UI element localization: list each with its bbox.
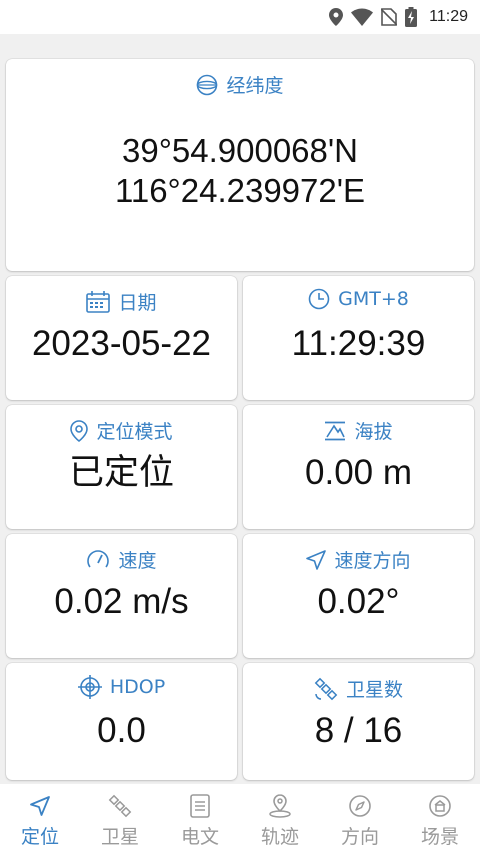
location-icon (329, 8, 344, 26)
bottom-navigation: 定位 卫星 电文 轨迹 方向 场景 (0, 784, 480, 852)
nav-item-satellite[interactable]: 卫星 (80, 792, 160, 850)
nav-item-message[interactable]: 电文 (160, 792, 240, 850)
nav-item-scene[interactable]: 场景 (400, 792, 480, 850)
compass-icon (349, 795, 371, 817)
nav-item-location[interactable]: 定位 (0, 792, 80, 850)
satellites-card: 卫星数 8 / 16 (243, 663, 474, 780)
nav-label-location: 定位 (20, 826, 59, 848)
mode-value: 已定位 (68, 453, 174, 492)
speed-card: 速度 0.02 m/s (6, 534, 237, 658)
mode-title: 定位模式 (96, 421, 173, 443)
battery-charging-icon (405, 7, 418, 27)
nav-label-satellite: 卫星 (100, 826, 139, 848)
nav-label-compass: 方向 (340, 826, 379, 848)
document-icon (190, 794, 210, 818)
nav-item-track[interactable]: 轨迹 (240, 792, 320, 850)
nav-label-message: 电文 (180, 826, 219, 848)
satellites-value: 8 / 16 (314, 711, 403, 750)
timezone-title: GMT+8 (338, 288, 409, 310)
calendar-icon (86, 290, 111, 313)
time-card: GMT+8 11:29:39 (243, 276, 474, 400)
date-value: 2023-05-22 (31, 324, 212, 363)
globe-icon (197, 74, 218, 95)
satellite-icon (108, 794, 132, 818)
altitude-icon (325, 421, 346, 440)
altitude-title: 海拔 (354, 421, 393, 443)
hdop-value: 0.0 (97, 711, 146, 750)
status-time: 11:29 (429, 8, 468, 25)
mode-card: 定位模式 已定位 (6, 405, 237, 529)
date-card: 日期 2023-05-22 (6, 276, 237, 400)
wifi-icon (351, 8, 374, 26)
satellite-icon (314, 677, 338, 700)
heading-card: 速度方向 0.02° (243, 534, 474, 658)
coordinates-values: 39°54.900068'N 116°24.239972'E (6, 131, 474, 211)
time-value: 11:29:39 (291, 324, 426, 363)
location-pin-icon (269, 794, 291, 818)
hdop-card: HDOP 0.0 (6, 663, 237, 780)
coordinates-card: 经纬度 39°54.900068'N 116°24.239972'E (6, 59, 474, 271)
altitude-value: 0.00 m (305, 453, 412, 492)
nav-label-scene: 场景 (420, 826, 459, 848)
longitude-value: 116°24.239972'E (114, 172, 366, 209)
navigation-arrow-icon (306, 549, 327, 570)
navigation-arrow-icon (30, 796, 50, 816)
altitude-card: 海拔 0.00 m (243, 405, 474, 529)
nav-label-track: 轨迹 (260, 826, 299, 848)
satellites-title: 卫星数 (345, 679, 403, 701)
latitude-value: 39°54.900068'N (121, 132, 359, 169)
heading-title: 速度方向 (334, 550, 411, 572)
scene-icon (429, 795, 451, 817)
speedometer-icon (87, 549, 110, 567)
nav-item-compass[interactable]: 方向 (320, 792, 400, 850)
speed-value: 0.02 m/s (54, 582, 189, 621)
hdop-title: HDOP (109, 676, 166, 698)
location-pin-icon (70, 419, 89, 442)
clock-icon (308, 288, 330, 310)
status-bar: 11:29 (0, 0, 480, 34)
crosshair-icon (77, 675, 102, 699)
no-sim-icon (381, 8, 398, 26)
speed-title: 速度 (118, 550, 157, 572)
coordinates-title: 经纬度 (226, 75, 284, 97)
heading-value: 0.02° (317, 582, 400, 621)
date-title: 日期 (118, 292, 157, 314)
